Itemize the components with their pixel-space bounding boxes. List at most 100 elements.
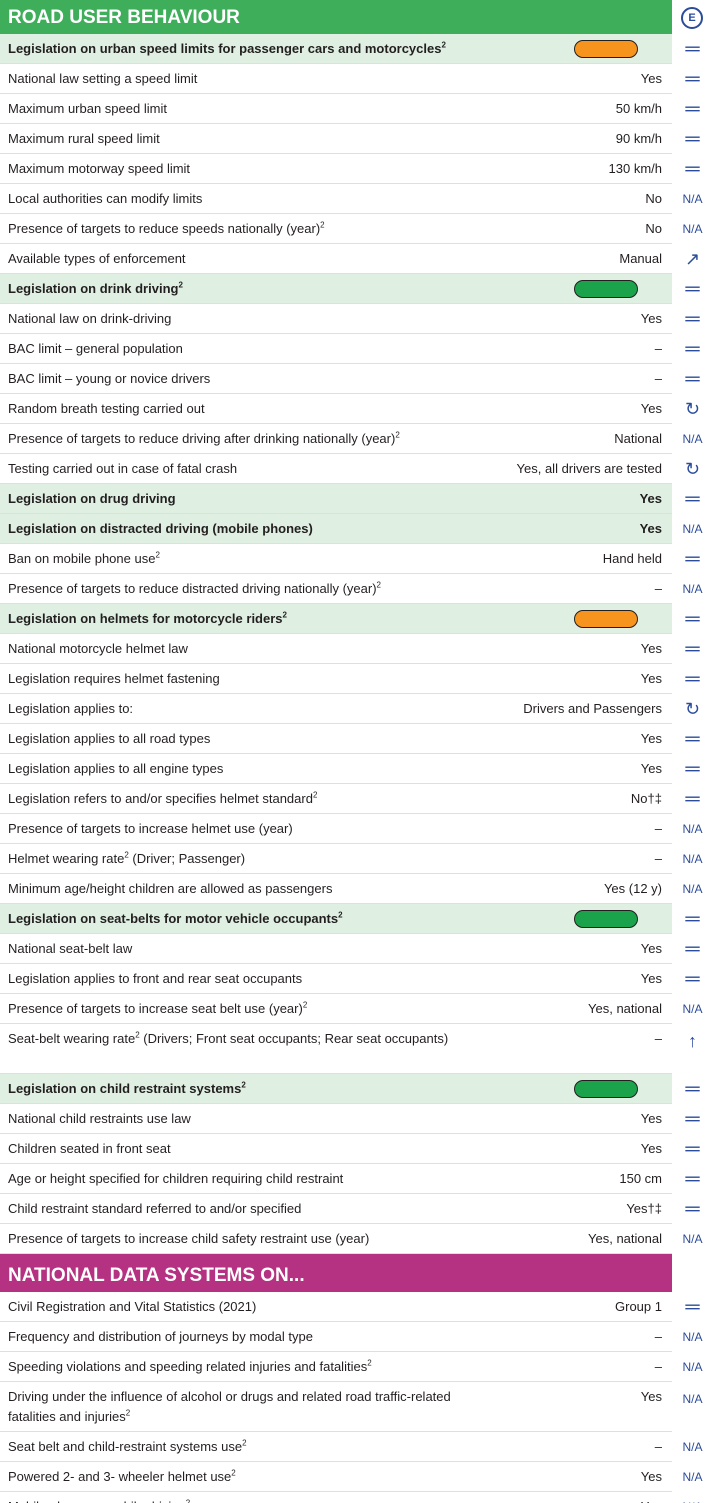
row-label: Legislation applies to all road types <box>8 731 211 746</box>
rating-pill-icon <box>574 40 638 58</box>
not-applicable-label: N/A <box>682 192 703 206</box>
row-value: Yes <box>640 731 662 746</box>
footnote-marker: 2 <box>178 280 183 290</box>
row-value: Yes, national <box>588 1001 662 1016</box>
row-value: Yes <box>639 491 662 506</box>
row-label: Presence of targets to reduce distracted… <box>8 580 381 596</box>
table-row: Legislation applies to: Drivers and Passe… <box>0 694 700 724</box>
row-value: – <box>654 1359 662 1374</box>
footnote-marker: 2 <box>320 220 325 230</box>
page: ROAD USER BEHAVIOUR E Legislation on urb… <box>0 0 713 1503</box>
row-label: Presence of targets to increase helmet u… <box>8 821 293 836</box>
footnote-marker: 2 <box>441 40 446 50</box>
footnote-marker: 2 <box>241 1080 246 1090</box>
table-section-row: Legislation on drink driving2 ═ <box>0 274 700 304</box>
table-row: Seat belt and child-restraint systems us… <box>0 1432 703 1462</box>
table-row: Presence of targets to increase seat bel… <box>0 994 703 1024</box>
table-row: National child restraints use law Yes ═ <box>0 1104 700 1134</box>
rating-pill-icon <box>574 610 638 628</box>
row-label: National law on drink-driving <box>8 311 172 326</box>
equal-trend-icon: ═ <box>685 128 700 150</box>
row-label: Child restraint standard referred to and… <box>8 1201 302 1216</box>
row-value: Yes <box>640 671 662 686</box>
row-label: Age or height specified for children req… <box>8 1171 344 1186</box>
row-value: Yes <box>641 1492 662 1503</box>
not-applicable-label: N/A <box>682 882 703 896</box>
row-value: Manual <box>619 251 662 266</box>
row-label: BAC limit – general population <box>8 341 183 356</box>
row-label: Mobile phone use while driving2 <box>8 1492 190 1503</box>
row-label: National seat-belt law <box>8 941 133 956</box>
table-row: Local authorities can modify limits No N/A <box>0 184 703 214</box>
row-value: Yes <box>640 1111 662 1126</box>
row-label: Helmet wearing rate2 (Driver; Passenger) <box>8 850 246 866</box>
table-row: Presence of targets to reduce speeds nat… <box>0 214 703 244</box>
footnote-marker: 2 <box>186 1499 190 1503</box>
row-value: Yes <box>640 1469 662 1484</box>
row-label: Frequency and distribution of journeys b… <box>8 1329 313 1344</box>
footnote-marker: 2 <box>231 1468 236 1478</box>
e-badge-icon: E <box>681 7 703 29</box>
table-section-row: Legislation on drug driving Yes ═ <box>0 484 700 514</box>
table-row: National law setting a speed limit Yes ═ <box>0 64 700 94</box>
row-label: Presence of targets to increase child sa… <box>8 1231 370 1246</box>
table-row: Legislation applies to all road types Yes… <box>0 724 700 754</box>
road-user-behaviour-table: Legislation on urban speed limits for pa… <box>0 34 713 1254</box>
row-label: Legislation requires helmet fastening <box>8 671 220 686</box>
table-section-row: Legislation on helmets for motorcycle ri… <box>0 604 700 634</box>
table-row: BAC limit – young or novice drivers – ═ <box>0 364 700 394</box>
table-row: Driving under the influence of alcohol o… <box>0 1382 703 1432</box>
equal-trend-icon: ═ <box>685 278 700 300</box>
row-value: No <box>645 221 662 236</box>
diagonal-up-arrow-icon: ↗ <box>684 249 701 269</box>
footnote-marker: 2 <box>395 430 400 440</box>
row-value: Yes <box>640 311 662 326</box>
row-label: Presence of targets to reduce driving af… <box>8 430 400 446</box>
equal-trend-icon: ═ <box>685 788 700 810</box>
table-row: Minimum age/height children are allowed … <box>0 874 703 904</box>
row-label: Presence of targets to increase seat bel… <box>8 1000 308 1016</box>
row-value: – <box>654 1031 662 1046</box>
equal-trend-icon: ═ <box>685 638 700 660</box>
not-applicable-label: N/A <box>682 1232 703 1246</box>
section-title: NATIONAL DATA SYSTEMS ON... <box>8 1265 305 1286</box>
row-value: Group 1 <box>615 1299 662 1314</box>
equal-trend-icon: ═ <box>685 368 700 390</box>
not-applicable-label: N/A <box>682 1392 703 1406</box>
row-value: No <box>645 191 662 206</box>
table-section-row: Legislation on seat-belts for motor vehi… <box>0 904 700 934</box>
equal-trend-icon: ═ <box>685 98 700 120</box>
row-value: – <box>654 581 662 596</box>
row-label: National law setting a speed limit <box>8 71 198 86</box>
section-header-national-data-systems: NATIONAL DATA SYSTEMS ON... <box>0 1254 672 1292</box>
table-row: Presence of targets to increase helmet u… <box>0 814 703 844</box>
row-value: Yes <box>639 521 662 536</box>
equal-trend-icon: ═ <box>685 548 700 570</box>
table-row: Legislation applies to all engine types Y… <box>0 754 700 784</box>
row-label: Legislation on distracted driving (mobil… <box>8 521 313 536</box>
table-row: Helmet wearing rate2 (Driver; Passenger)… <box>0 844 703 874</box>
row-value: 90 km/h <box>615 131 662 146</box>
row-value: Yes <box>640 971 662 986</box>
row-label: Children seated in front seat <box>8 1141 171 1156</box>
row-value: Yes†‡ <box>626 1201 662 1216</box>
not-applicable-label: N/A <box>682 222 703 236</box>
not-applicable-label: N/A <box>682 1330 703 1344</box>
row-value: Yes, national <box>588 1231 662 1246</box>
row-value: Yes, all drivers are tested <box>516 461 662 476</box>
rating-pill-icon <box>574 280 638 298</box>
row-value: National <box>614 431 662 446</box>
equal-trend-icon: ═ <box>685 68 700 90</box>
row-label: Random breath testing carried out <box>8 401 205 416</box>
equal-trend-icon: ═ <box>685 338 700 360</box>
row-label: Available types of enforcement <box>8 251 186 266</box>
table-row: Presence of targets to increase child sa… <box>0 1224 703 1254</box>
row-value: Hand held <box>602 551 662 566</box>
national-data-systems-table: Civil Registration and Vital Statistics … <box>0 1292 713 1503</box>
footnote-marker: 2 <box>367 1358 372 1368</box>
row-label: Local authorities can modify limits <box>8 191 203 206</box>
equal-trend-icon: ═ <box>685 758 700 780</box>
cycle-arrow-icon: ↻ <box>684 399 701 419</box>
table-row: Available types of enforcement Manual ↗ <box>0 244 700 274</box>
section-title: ROAD USER BEHAVIOUR <box>8 7 240 28</box>
